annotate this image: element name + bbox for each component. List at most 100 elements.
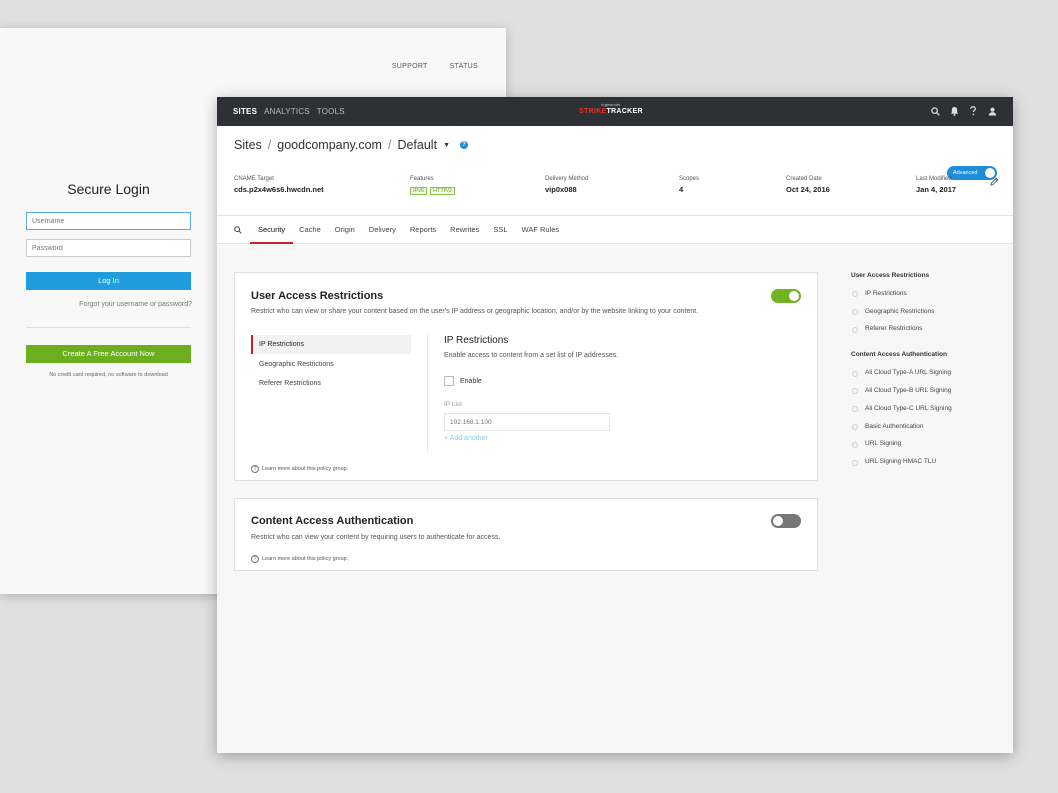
- advanced-label: Advanced: [953, 170, 978, 176]
- crumb-separator: /: [267, 138, 272, 152]
- meta-label: Features: [410, 176, 434, 182]
- password-input[interactable]: [26, 239, 191, 257]
- forgot-link[interactable]: Forgot your username or password?: [79, 301, 192, 308]
- panel-title: Content Access Authentication: [251, 515, 414, 527]
- toggle-knob: [789, 291, 799, 301]
- ip-restrictions-detail: IP Restrictions Enable access to content…: [444, 335, 804, 442]
- uar-toggle[interactable]: [771, 289, 801, 303]
- question-circle-icon: ?: [251, 555, 259, 563]
- enable-label: Enable: [460, 377, 482, 385]
- nav-sites[interactable]: SITES: [233, 107, 257, 116]
- content-access-authentication-panel: Content Access Authentication Restrict w…: [234, 498, 818, 571]
- subnav-ip-restrictions[interactable]: IP Restrictions: [251, 335, 411, 354]
- ip-list-label: IP List: [444, 401, 462, 408]
- crumb-scope[interactable]: Default: [397, 138, 437, 152]
- tab-cache[interactable]: Cache: [299, 216, 321, 244]
- learn-more-link[interactable]: ? Learn more about this policy group.: [251, 555, 348, 563]
- meta-features: Features IPv6 HTTP/2: [410, 176, 458, 195]
- site-header: Sites / goodcompany.com / Default ▼ ? Ad…: [217, 126, 1013, 216]
- status-link[interactable]: STATUS: [450, 63, 478, 70]
- nav-analytics[interactable]: ANALYTICS: [264, 107, 310, 116]
- detail-title: IP Restrictions: [444, 335, 509, 346]
- pencil-icon[interactable]: [990, 173, 999, 191]
- login-title: Secure Login: [67, 181, 150, 197]
- policy-outline: User Access Restrictions IP Restrictions…: [851, 272, 1001, 466]
- outline-item[interactable]: Referer Restrictions: [851, 325, 1001, 333]
- search-icon[interactable]: [234, 225, 242, 234]
- top-bar: SITES ANALYTICS TOOLS highwinds STRIKETR…: [217, 97, 1013, 126]
- caa-toggle[interactable]: [771, 514, 801, 528]
- breadcrumb: Sites / goodcompany.com / Default ▼ ?: [234, 138, 468, 152]
- detail-description: Enable access to content from a set list…: [444, 352, 619, 359]
- add-another-link[interactable]: + Add another: [444, 435, 804, 442]
- subnav-referer-restrictions[interactable]: Referer Restrictions: [251, 374, 411, 393]
- learn-more-link[interactable]: ? Learn more about this policy group.: [251, 465, 348, 473]
- top-icons: [930, 105, 997, 117]
- outline-item[interactable]: Ali Cloud Type-A URL Signing: [851, 369, 1001, 377]
- app-window: SITES ANALYTICS TOOLS highwinds STRIKETR…: [217, 97, 1013, 753]
- tab-waf-rules[interactable]: WAF Rules: [522, 216, 560, 244]
- meta-value: Jan 4, 2017: [916, 185, 957, 194]
- tab-security[interactable]: Security: [249, 216, 294, 244]
- help-circle-icon[interactable]: ?: [460, 141, 468, 149]
- support-link[interactable]: SUPPORT: [392, 63, 428, 70]
- outline-item[interactable]: URL Signing HMAC TLU: [851, 458, 1001, 466]
- tab-delivery[interactable]: Delivery: [369, 216, 396, 244]
- crumb-separator: /: [387, 138, 392, 152]
- login-button[interactable]: Log In: [26, 272, 191, 290]
- outline-heading[interactable]: User Access Restrictions: [851, 272, 1001, 279]
- meta-created: Created Date Oct 24, 2016: [786, 176, 830, 194]
- meta-delivery: Delivery Method vip0x088: [545, 176, 588, 194]
- divider: [26, 327, 191, 328]
- meta-scopes: Scopes 4: [679, 176, 699, 194]
- meta-modified: Last Modified Jan 4, 2017: [916, 176, 956, 194]
- login-topnav: SUPPORT STATUS: [392, 63, 478, 70]
- meta-cname: CNAME Target cds.p2x4w6s6.hwcdn.net: [234, 176, 324, 194]
- chevron-down-icon[interactable]: ▼: [443, 142, 450, 149]
- meta-value: cds.p2x4w6s6.hwcdn.net: [234, 185, 324, 194]
- subnav-geographic-restrictions[interactable]: Geographic Restrictions: [251, 355, 411, 374]
- uar-subnav: IP Restrictions Geographic Restrictions …: [251, 335, 411, 394]
- meta-label: Last Modified: [916, 176, 952, 182]
- brand-name: STRIKETRACKER: [579, 107, 643, 116]
- tab-reports[interactable]: Reports: [410, 216, 436, 244]
- tab-rewrites[interactable]: Rewrites: [450, 216, 479, 244]
- outline-heading[interactable]: Content Access Authentication: [851, 351, 1001, 358]
- panel-description: Restrict who can view or share your cont…: [251, 308, 699, 315]
- brand-logo: highwinds STRIKETRACKER: [579, 103, 643, 116]
- outline-item[interactable]: Ali Cloud Type-B URL Signing: [851, 387, 1001, 395]
- outline-item[interactable]: Ali Cloud Type-C URL Signing: [851, 405, 1001, 413]
- ip-list-input[interactable]: [444, 413, 610, 431]
- meta-label: Delivery Method: [545, 176, 589, 182]
- crumb-sites[interactable]: Sites: [234, 138, 262, 152]
- tab-ssl[interactable]: SSL: [493, 216, 507, 244]
- user-access-restrictions-panel: User Access Restrictions Restrict who ca…: [234, 272, 818, 481]
- panel-description: Restrict who can view your content by re…: [251, 534, 501, 541]
- outline-item[interactable]: Geographic Restrictions: [851, 308, 1001, 316]
- username-input[interactable]: [26, 212, 191, 230]
- learn-more-text: Learn more about this policy group.: [262, 556, 349, 562]
- signup-note: No credit card required, no software to …: [49, 372, 168, 378]
- bell-icon[interactable]: [949, 105, 959, 117]
- search-icon[interactable]: [930, 105, 940, 117]
- outline-item[interactable]: IP Restrictions: [851, 290, 1001, 298]
- top-nav: SITES ANALYTICS TOOLS: [233, 107, 345, 116]
- outline-item[interactable]: URL Signing: [851, 440, 1001, 448]
- meta-value: Oct 24, 2016: [786, 185, 830, 194]
- meta-value: vip0x088: [545, 185, 577, 194]
- meta-label: CNAME Target: [234, 176, 274, 182]
- user-icon[interactable]: [987, 105, 997, 117]
- outline-item[interactable]: Basic Authentication: [851, 423, 1001, 431]
- meta-value: 4: [679, 185, 684, 194]
- brand-tracker: TRACKER: [606, 108, 643, 115]
- feature-badges: IPv6 HTTP/2: [410, 185, 458, 195]
- tab-origin[interactable]: Origin: [335, 216, 355, 244]
- question-circle-icon: ?: [251, 465, 259, 473]
- create-account-button[interactable]: Create A Free Account Now: [26, 345, 191, 363]
- nav-tools[interactable]: TOOLS: [317, 107, 345, 116]
- toggle-knob: [773, 516, 783, 526]
- crumb-site[interactable]: goodcompany.com: [277, 138, 382, 152]
- enable-checkbox[interactable]: [444, 376, 454, 386]
- help-icon[interactable]: [968, 105, 978, 117]
- meta-label: Scopes: [679, 176, 700, 182]
